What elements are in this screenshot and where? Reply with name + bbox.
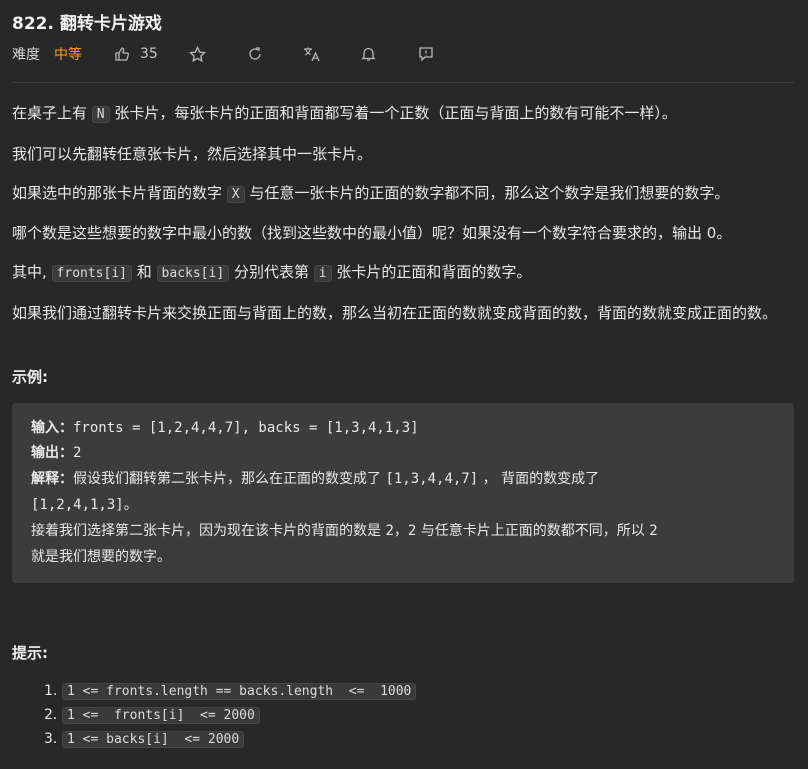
description-paragraph: 如果我们通过翻转卡片来交换正面与背面上的数，那么当初在正面的数就变成背面的数，背…	[12, 304, 778, 322]
text: 与任意卡片上正面的数都不同，所以	[416, 523, 650, 539]
text: 接着我们选择第二张卡片，因为现在该卡片的背面的数是	[31, 523, 386, 539]
text: 张卡片的正面和背面的数字。	[331, 263, 532, 281]
list-item-number: 3.	[44, 731, 58, 747]
inline-code: 1 <= fronts[i] <= 2000	[62, 706, 260, 724]
description-paragraph: 我们可以先翻转任意张卡片，然后选择其中一张卡片。	[12, 145, 373, 163]
example-output-line: 输出：2	[31, 441, 81, 465]
text: 假设我们翻转第二张卡片，那么在正面的数变成了	[73, 471, 386, 487]
example-input-line: 输入：fronts = [1,2,4,4,7], backs = [1,3,4,…	[31, 416, 419, 440]
inline-code: backs[i]	[156, 265, 230, 282]
text: [1,3,4,4,7]	[385, 471, 479, 487]
text: 在桌子上有	[12, 104, 92, 122]
difficulty-value: 中等	[54, 47, 82, 63]
list-item: 1. 1 <= fronts.length == backs.length <=…	[44, 680, 417, 702]
example-explain-line: 就是我们想要的数字。	[31, 549, 171, 565]
example-heading: 示例:	[12, 368, 48, 386]
text: ， 背面的数变成了	[478, 471, 600, 487]
text: 其中,	[12, 263, 52, 281]
text: 如果选中的那张卡片背面的数字	[12, 184, 227, 202]
example-block: 输入：fronts = [1,2,4,4,7], backs = [1,3,4,…	[12, 403, 794, 583]
list-item: 3. 1 <= backs[i] <= 2000	[44, 728, 245, 750]
share-icon[interactable]	[245, 44, 265, 64]
example-output-value: 2	[73, 445, 82, 461]
difficulty-label: 难度	[12, 47, 40, 63]
description-paragraph: 在桌子上有 N 张卡片，每张卡片的正面和背面都写着一个正数（正面与背面上的数有可…	[12, 101, 798, 127]
example-input-value: fronts = [1,2,4,4,7], backs = [1,3,4,1,3…	[73, 420, 419, 436]
description-paragraph: 如果选中的那张卡片背面的数字 X 与任意一张卡片的正面的数字都不同，那么这个数字…	[12, 181, 798, 207]
problem-title: 822. 翻转卡片游戏	[12, 14, 162, 34]
text: ，	[393, 523, 408, 539]
example-output-label: 输出：	[31, 445, 73, 461]
thumbs-up-icon[interactable]	[112, 44, 132, 64]
list-item-number: 1.	[44, 683, 58, 699]
star-icon[interactable]	[188, 44, 208, 64]
list-item: 2. 1 <= fronts[i] <= 2000	[44, 704, 260, 726]
example-input-label: 输入：	[31, 420, 73, 436]
example-explain-line: 解释：假设我们翻转第二张卡片，那么在正面的数变成了 [1,3,4,4,7] ， …	[31, 467, 599, 491]
text: 分别代表第	[229, 263, 314, 281]
list-item-number: 2.	[44, 707, 58, 723]
text: 2	[385, 523, 394, 539]
example-explain-line: [1,2,4,1,3]。	[31, 497, 138, 513]
bell-icon[interactable]	[359, 44, 379, 64]
text: 2	[649, 523, 658, 539]
divider	[12, 82, 794, 83]
inline-code: X	[226, 186, 245, 203]
example-explain-line: 接着我们选择第二张卡片，因为现在该卡片的背面的数是 2，2 与任意卡片上正面的数…	[31, 519, 658, 543]
description-paragraph: 哪个数是这些想要的数字中最小的数（找到这些数中的最小值）呢？如果没有一个数字符合…	[12, 224, 732, 242]
text: 与任意一张卡片的正面的数字都不同，那么这个数字是我们想要的数字。	[244, 184, 730, 202]
text: 张卡片，每张卡片的正面和背面都写着一个正数（正面与背面上的数有可能不一样）。	[109, 104, 677, 122]
inline-code: N	[91, 106, 110, 123]
feedback-icon[interactable]	[416, 44, 436, 64]
translate-icon[interactable]	[302, 44, 322, 64]
problem-meta-bar: 难度 中等 35	[12, 44, 436, 64]
inline-code: 1 <= fronts.length == backs.length <= 10…	[62, 682, 417, 700]
like-count: 35	[140, 46, 158, 62]
inline-code: i	[313, 265, 332, 282]
inline-code: fronts[i]	[51, 265, 132, 282]
hints-heading: 提示:	[12, 644, 48, 662]
example-explain-label: 解释：	[31, 471, 73, 487]
inline-code: 1 <= backs[i] <= 2000	[62, 730, 245, 748]
description-paragraph: 其中, fronts[i] 和 backs[i] 分别代表第 i 张卡片的正面和…	[12, 260, 798, 286]
text: 和	[132, 263, 157, 281]
